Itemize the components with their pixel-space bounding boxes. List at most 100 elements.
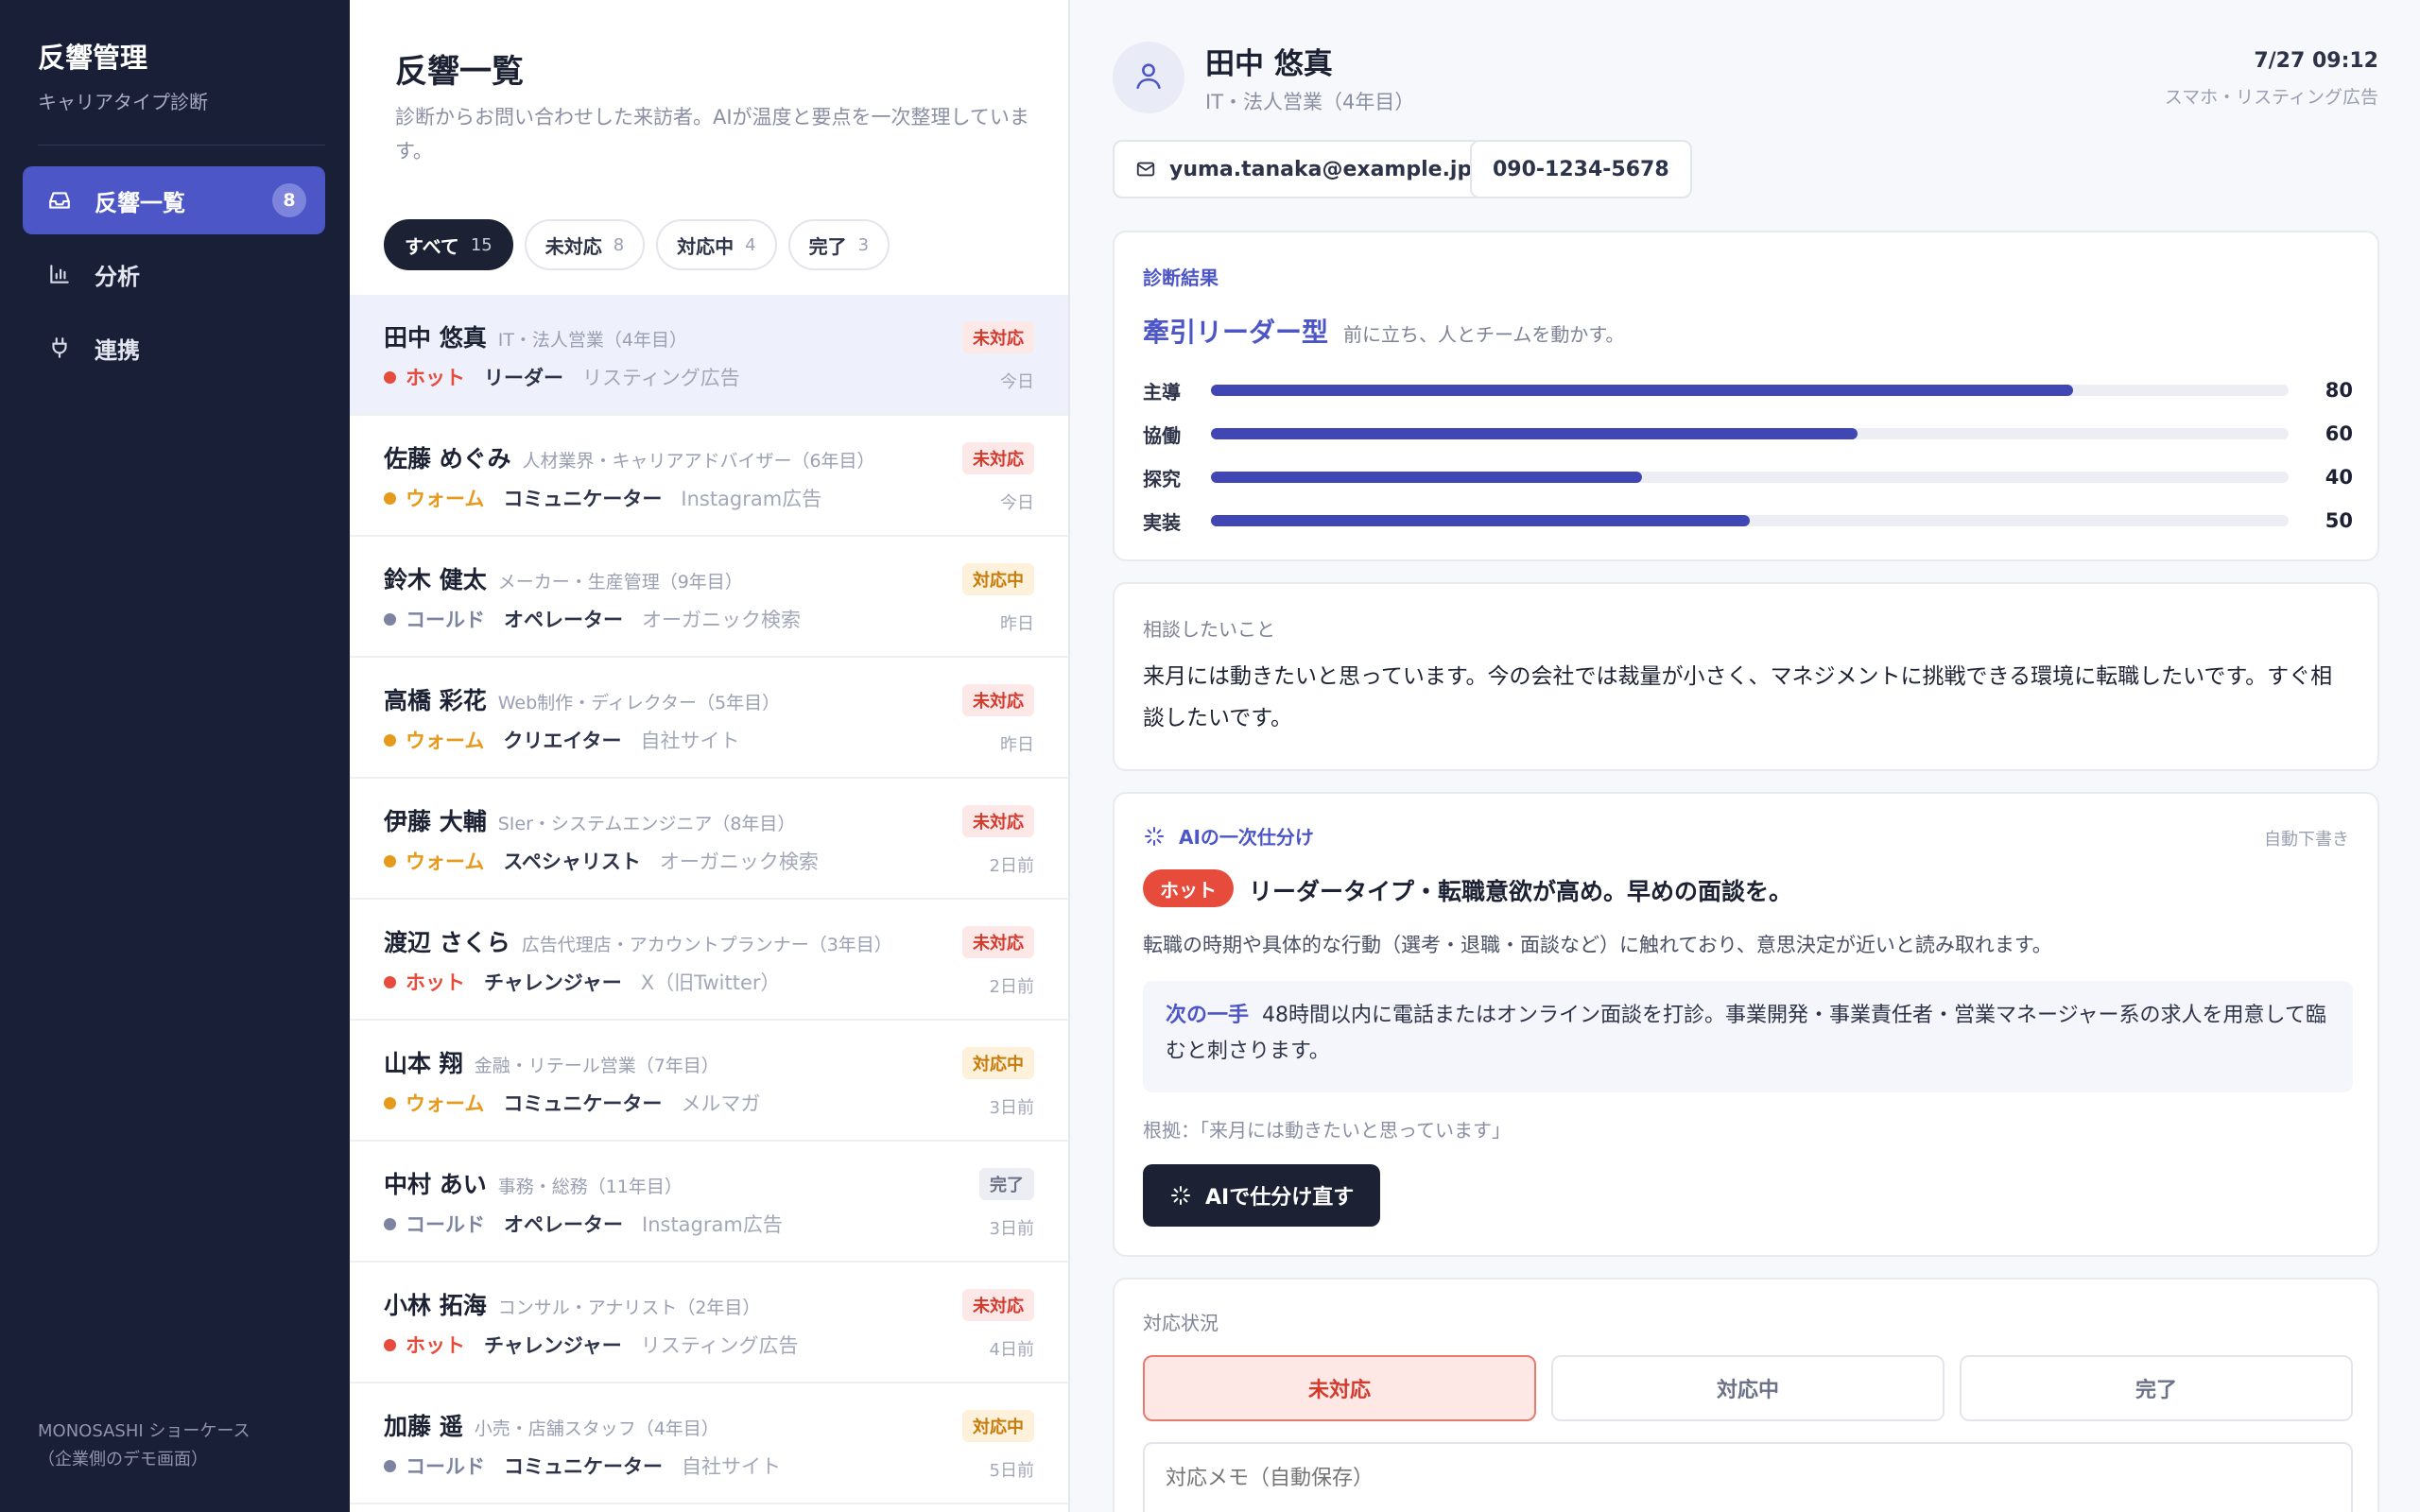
temperature-dot <box>384 1459 396 1472</box>
person-job: 事務・総務（11年目） <box>497 1177 683 1197</box>
sidebar-item-inquiries[interactable]: 反響一覧 8 <box>23 166 325 234</box>
temperature-dot <box>384 975 396 988</box>
temperature-dot <box>384 733 396 747</box>
person-type: チャレンジャー <box>484 971 622 994</box>
status-in-progress-button[interactable]: 対応中 <box>1551 1355 1945 1421</box>
score-label: 協働 <box>1143 423 1181 447</box>
status-badge: 未対応 <box>962 321 1034 353</box>
score-value: 80 <box>2325 379 2353 402</box>
row-name: 小林 拓海 コンサル・アナリスト（2年目） <box>384 1287 760 1321</box>
status-badge: 完了 <box>979 1168 1034 1200</box>
row-date: 4日前 <box>989 1340 1034 1360</box>
lead-source: リスティング広告 <box>582 367 740 389</box>
row-date: 今日 <box>1000 372 1034 392</box>
person-type: オペレーター <box>504 1213 623 1236</box>
sidebar-footer: MONOSASHI ショーケース （企業側のデモ画面） <box>38 1418 251 1474</box>
avatar <box>1113 42 1184 113</box>
row-name: 高橋 彩花 Web制作・ディレクター（5年目） <box>384 682 780 716</box>
row-date: 2日前 <box>989 856 1034 876</box>
row-name: 渡辺 さくら 広告代理店・アカウントプランナー（3年目） <box>384 924 892 958</box>
filter-all[interactable]: すべて 15 <box>384 219 513 270</box>
ai-section-label: AIの一次仕分け <box>1143 822 1314 850</box>
person-name: 山本 翔 <box>384 1050 463 1077</box>
inquiry-list-panel: 反響一覧 診断からお問い合わせした来訪者。AIが温度と要点を一次整理しています。… <box>350 0 1070 1512</box>
section-label: 対応状況 <box>1143 1312 1219 1334</box>
temperature-label: ウォーム <box>406 1092 485 1115</box>
app-title: 反響管理 <box>38 42 148 74</box>
score-row: 協働 60 <box>1143 420 2353 448</box>
row-meta: ホット チャレンジャー リスティング広告 <box>384 1331 799 1359</box>
status-badge: 対応中 <box>962 563 1034 595</box>
row-meta: ウォーム コミュニケーター メルマガ <box>384 1089 760 1117</box>
temperature-label: コールド <box>406 1213 485 1236</box>
list-item[interactable]: 渡辺 さくら 広告代理店・アカウントプランナー（3年目） ホット チャレンジャー X（旧… <box>350 900 1068 1021</box>
sidebar: 反響管理 キャリアタイプ診断 反響一覧 8 分析 連携 MONOSASHI ショ… <box>0 0 350 1512</box>
filter-count: 4 <box>745 234 756 255</box>
score-fill <box>1211 385 2073 396</box>
list-item[interactable]: 山本 翔金融・リテール営業（7年目） ウォーム コミュニケーター メルマガ 対応中 3日前 <box>350 1021 1068 1142</box>
list-item[interactable]: 鈴木 健太 メーカー・生産管理（9年目） コールド オペレーター オーガニック検索 対応中… <box>350 537 1068 658</box>
user-icon <box>1132 60 1165 95</box>
lead-source: X（旧Twitter） <box>640 971 781 994</box>
memo-input[interactable] <box>1143 1442 2353 1512</box>
person-name: 高橋 彩花 <box>384 687 487 714</box>
footer-line: MONOSASHI ショーケース <box>38 1421 251 1441</box>
filter-chips: すべて 15 未対応 8 対応中 4 完了 3 <box>384 219 890 270</box>
row-date: 今日 <box>1000 493 1034 513</box>
temperature-label: ウォーム <box>406 850 485 873</box>
score-fill <box>1211 428 1858 439</box>
bar-chart-icon <box>45 260 74 288</box>
list-item[interactable]: 田中 悠真 IT・法人営業（4年目） ホット リーダー リスティング広告 未対応 今日 <box>350 295 1068 416</box>
status-new-button[interactable]: 未対応 <box>1143 1355 1536 1421</box>
filter-new[interactable]: 未対応 8 <box>524 219 646 270</box>
list-item[interactable]: 小林 拓海 コンサル・アナリスト（2年目） ホット チャレンジャー リスティング広告 未対… <box>350 1263 1068 1383</box>
list-item[interactable]: 伊藤 大輔 SIer・システムエンジニア（8年目） ウォーム スペシャリスト オーガニッ… <box>350 779 1068 900</box>
sidebar-item-analytics[interactable]: 分析 <box>23 240 325 308</box>
filter-done[interactable]: 完了 3 <box>787 219 890 270</box>
temperature-label: ホット <box>406 1334 465 1357</box>
rerun-ai-button[interactable]: AIで仕分け直す <box>1143 1164 1381 1227</box>
diagnosis-card: 診断結果 牽引リーダー型 前に立ち、人とチームを動かす。 主導 80 協働 60 探究 40… <box>1113 231 2379 561</box>
email-chip[interactable]: yuma.tanaka@example.jp <box>1113 140 1495 198</box>
score-label: 主導 <box>1143 380 1181 404</box>
list-item[interactable]: 高橋 彩花 Web制作・ディレクター（5年目） ウォーム クリエイター 自社サイト 未対応… <box>350 658 1068 779</box>
sparkle-icon <box>1143 825 1166 848</box>
sparkle-icon <box>1169 1184 1192 1207</box>
row-meta: ウォーム コミュニケーター Instagram広告 <box>384 484 821 512</box>
status-done-button[interactable]: 完了 <box>1960 1355 2353 1421</box>
list-item[interactable]: 佐藤 めぐみ 人材業界・キャリアアドバイザー（6年目） ウォーム コミュニケーター In… <box>350 416 1068 537</box>
temperature-label: コールド <box>406 609 485 631</box>
list-item[interactable]: 加藤 遥小売・店舗スタッフ（4年目） コールド コミュニケーター 自社サイト 対応中 5日… <box>350 1383 1068 1504</box>
sidebar-item-integrations[interactable]: 連携 <box>23 314 325 382</box>
person-type: チャレンジャー <box>484 1334 622 1357</box>
temperature-label: ホット <box>406 367 465 389</box>
status-badge: 対応中 <box>962 1047 1034 1079</box>
row-name: 山本 翔金融・リテール営業（7年目） <box>384 1045 719 1079</box>
row-date: 5日前 <box>989 1461 1034 1481</box>
footer-line: （企業側のデモ画面） <box>38 1450 208 1469</box>
score-row: 探究 40 <box>1143 463 2353 491</box>
person-type: コミュニケーター <box>503 488 663 510</box>
plug-icon <box>45 334 74 362</box>
person-type: スペシャリスト <box>503 850 641 873</box>
page-description: 診断からお問い合わせした来訪者。AIが温度と要点を一次整理しています。 <box>395 106 1029 163</box>
filter-label: 完了 <box>808 234 847 258</box>
person-type: コミュニケーター <box>504 1455 663 1478</box>
list-item[interactable]: 中村 あい 事務・総務（11年目） コールド オペレーター Instagram広告 完了 3… <box>350 1142 1068 1263</box>
inquiry-list: 田中 悠真 IT・法人営業（4年目） ホット リーダー リスティング広告 未対応 今日 佐藤 … <box>350 295 1068 1504</box>
status-card: 対応状況 未対応 対応中 完了 <box>1113 1278 2379 1512</box>
mail-icon <box>1135 159 1156 180</box>
row-date: 昨日 <box>1000 735 1034 755</box>
ai-label: AIの一次仕分け <box>1179 826 1314 849</box>
next-action-box: 次の一手 48時間以内に電話またはオンライン面談を打診。事業開発・事業責任者・営業… <box>1143 981 2353 1092</box>
contact-name: 田中 悠真 <box>1205 47 1333 81</box>
phone-chip[interactable]: 090-1234-5678 <box>1470 140 1692 198</box>
status-badge: 対応中 <box>962 1410 1034 1442</box>
row-meta: ウォーム スペシャリスト オーガニック検索 <box>384 847 819 875</box>
temperature-dot <box>384 612 396 626</box>
detail-panel: 田中 悠真 IT・法人営業（4年目） 7/27 09:12 スマホ・リスティング… <box>1071 0 2420 1512</box>
filter-in-progress[interactable]: 対応中 4 <box>656 219 777 270</box>
button-label: AIで仕分け直す <box>1205 1186 1355 1210</box>
person-type: オペレーター <box>504 609 623 631</box>
consult-card: 相談したいこと 来月には動きたいと思っています。今の会社では裁量が小さく、マネジ… <box>1113 582 2379 771</box>
